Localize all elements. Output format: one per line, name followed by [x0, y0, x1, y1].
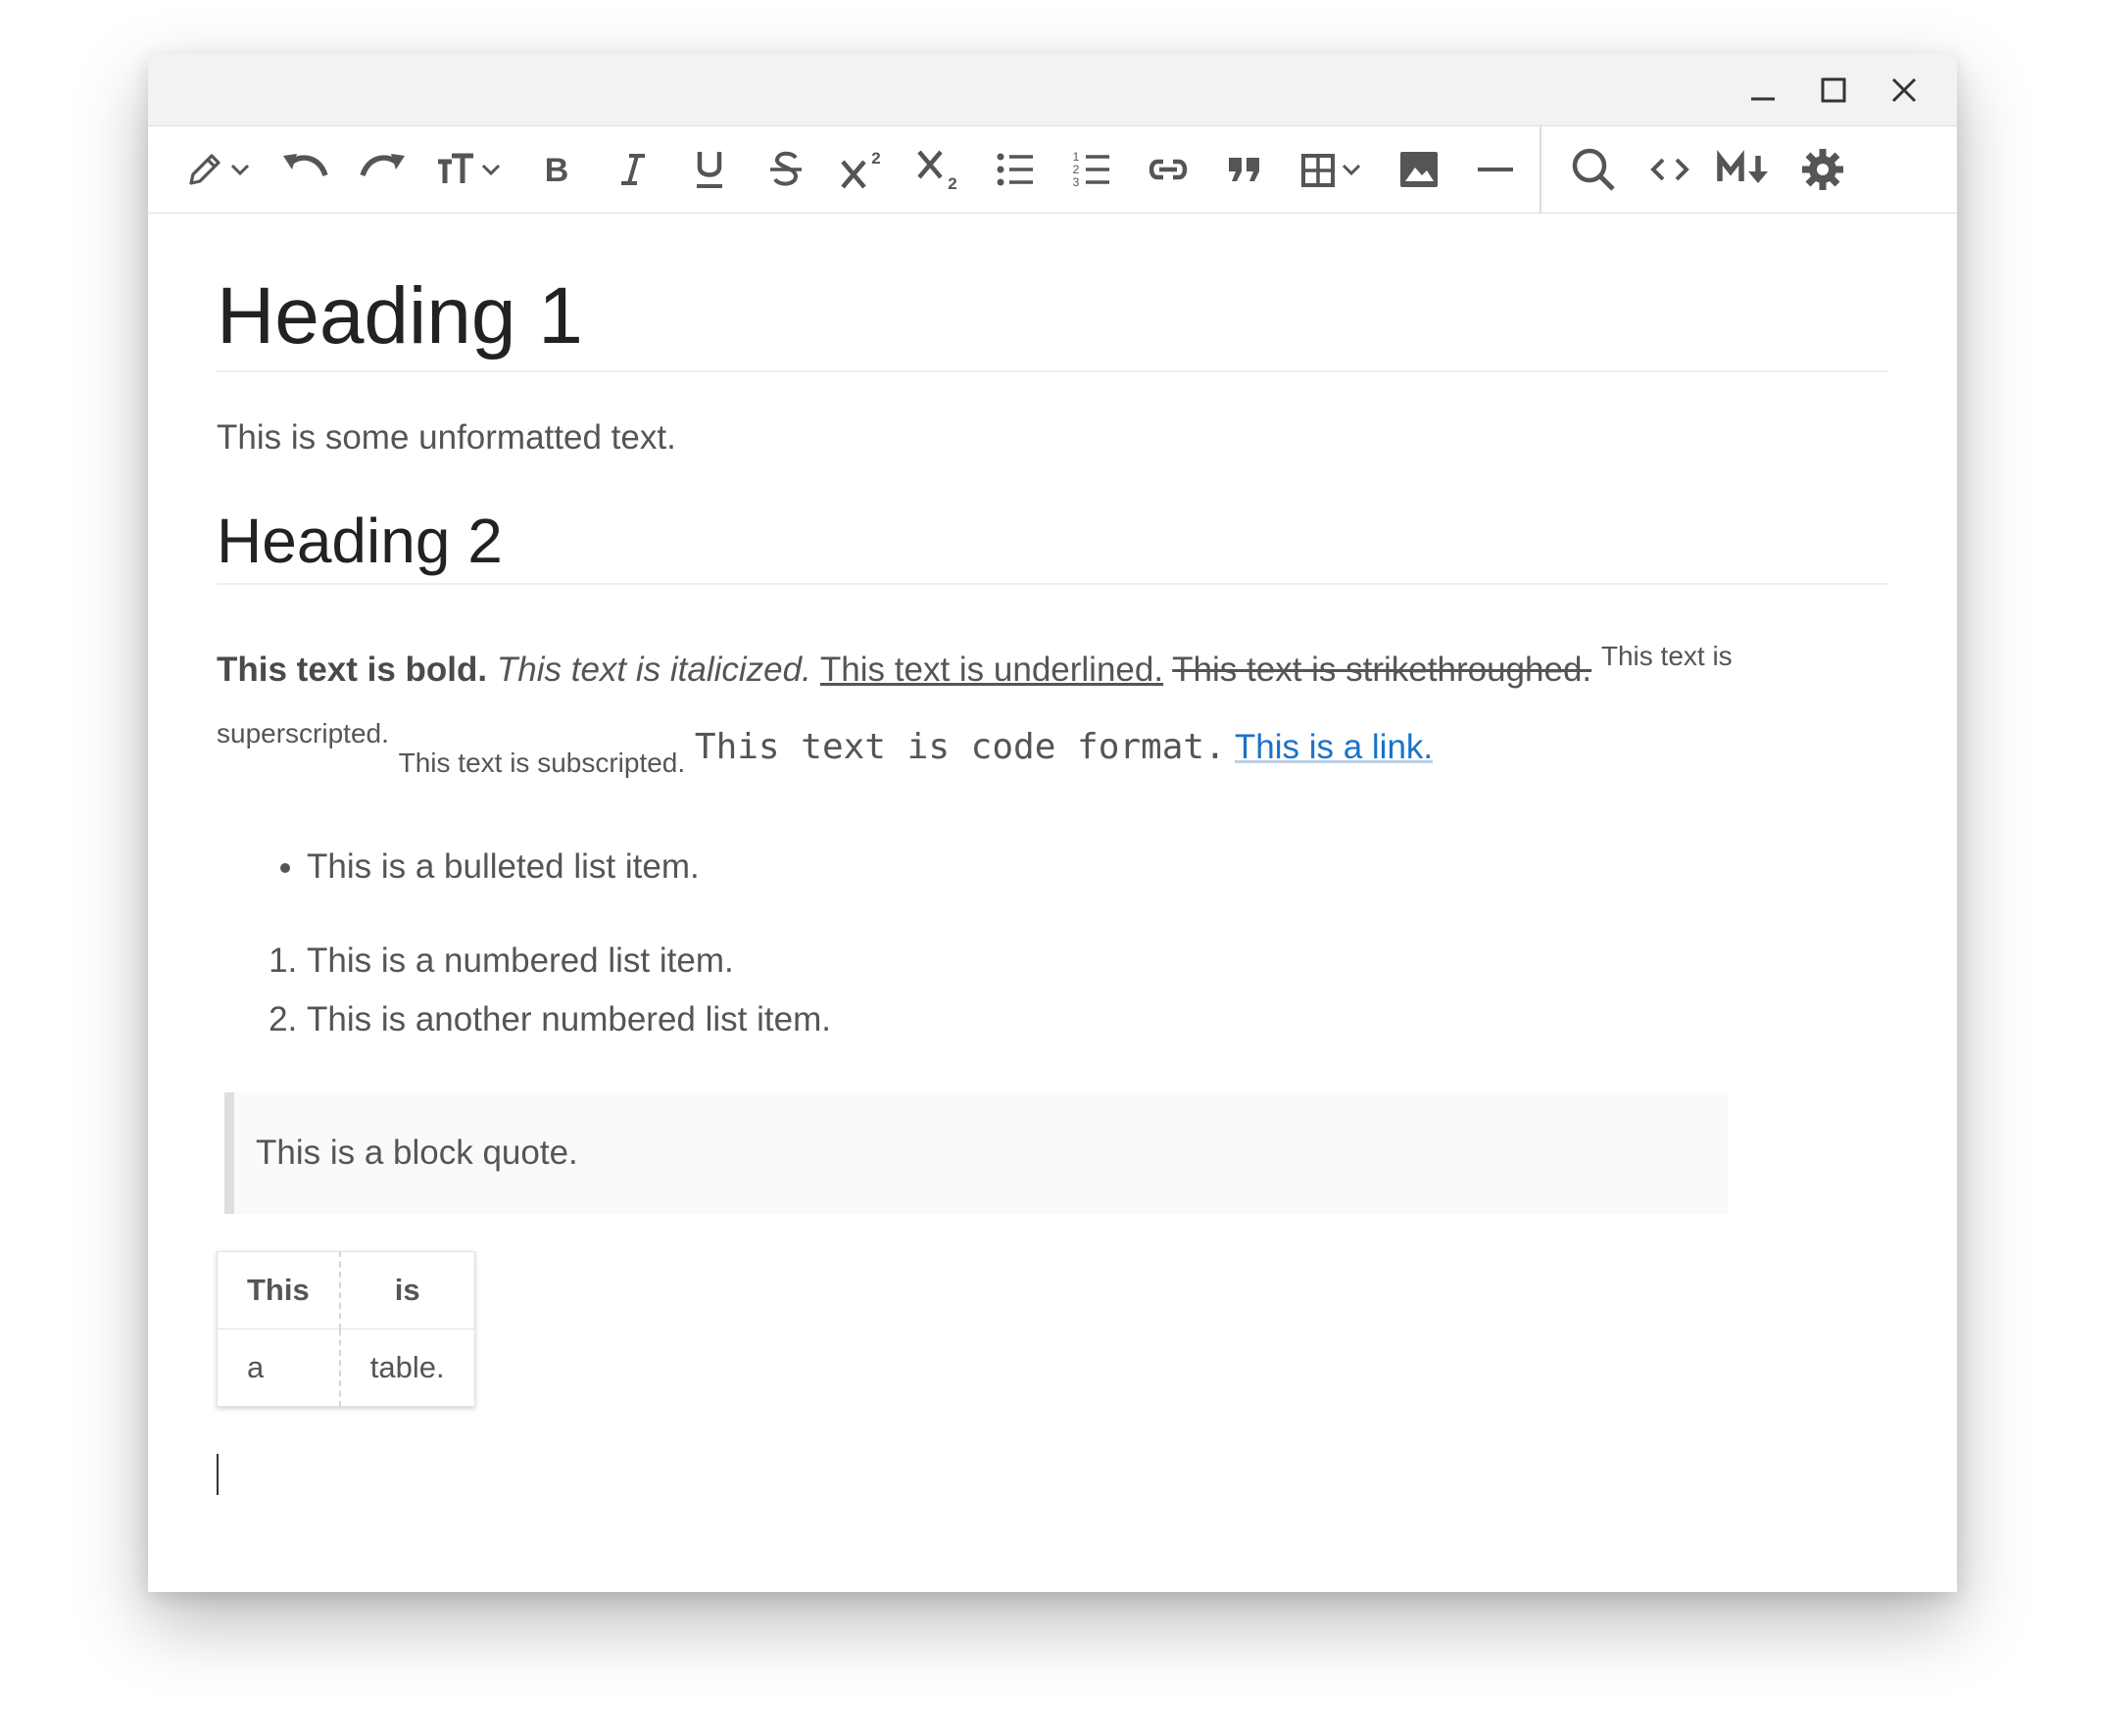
code-text: This text is code format.	[694, 727, 1226, 768]
pencil-icon	[189, 154, 220, 185]
code-view-icon	[1650, 158, 1689, 181]
horizontal-rule-icon	[1478, 168, 1513, 171]
table-icon	[1301, 154, 1335, 187]
toolbar: B 2 2 123	[148, 125, 1957, 214]
link[interactable]: This is a link.	[1235, 728, 1433, 766]
bulleted-list: This is a bulleted list item.	[217, 838, 1888, 896]
markdown-icon	[1717, 150, 1768, 183]
list-item: This is a numbered list item.	[307, 932, 1888, 990]
link-button[interactable]	[1130, 138, 1206, 201]
minimize-icon	[1751, 97, 1775, 100]
redo-icon	[360, 154, 405, 177]
redo-button[interactable]	[344, 138, 420, 201]
block-quote: This is a block quote.	[224, 1092, 1728, 1215]
subscript-icon: 2	[917, 150, 957, 191]
edit-mode-dropdown[interactable]	[170, 138, 268, 201]
svg-text:2: 2	[871, 149, 880, 168]
text-cursor	[217, 1454, 219, 1496]
underlined-text: This text is underlined.	[819, 651, 1164, 690]
table: This is a table.	[216, 1251, 475, 1408]
underline-button[interactable]	[671, 138, 748, 201]
bulleted-list-button[interactable]	[977, 138, 1053, 201]
bold-button[interactable]: B	[518, 138, 595, 201]
search-button[interactable]	[1555, 138, 1632, 201]
link-icon	[1149, 159, 1188, 180]
strikethrough-button[interactable]	[748, 138, 824, 201]
numbered-list-button[interactable]: 123	[1053, 138, 1130, 201]
minimize-button[interactable]	[1728, 54, 1798, 125]
undo-icon	[283, 154, 328, 177]
table-dropdown[interactable]	[1283, 138, 1381, 201]
table-header-cell[interactable]: This	[216, 1251, 341, 1330]
svg-text:2: 2	[1073, 163, 1080, 176]
numbered-list-icon: 123	[1073, 150, 1109, 189]
bold-icon: B	[545, 152, 569, 189]
code-view-button[interactable]	[1632, 138, 1708, 201]
maximize-button[interactable]	[1798, 54, 1869, 125]
table-row: a table.	[216, 1328, 475, 1408]
close-icon	[1891, 77, 1917, 102]
chevron-down-icon	[1342, 164, 1361, 176]
chevron-down-icon	[230, 164, 250, 176]
bold-text: This text is bold.	[217, 651, 488, 690]
undo-button[interactable]	[268, 138, 344, 201]
subscript-text: This text is subscripted.	[398, 747, 686, 779]
table-header-row: This is	[216, 1251, 475, 1330]
paragraph: This is some unformatted text.	[217, 418, 676, 458]
formatted-paragraph: This text is bold. This text is italiciz…	[217, 624, 1888, 795]
toolbar-separator	[1540, 126, 1541, 213]
list-item: This is a bulleted list item.	[307, 838, 1888, 896]
table-header-cell[interactable]: is	[338, 1251, 475, 1330]
svg-text:B: B	[545, 152, 569, 189]
heading-2: Heading 2	[217, 506, 1888, 586]
superscript-button[interactable]: 2	[824, 138, 901, 201]
text-size-dropdown[interactable]	[420, 138, 518, 201]
svg-text:3: 3	[1073, 175, 1080, 189]
superscript-icon: 2	[841, 149, 881, 189]
markdown-button[interactable]	[1708, 138, 1785, 201]
italic-icon	[621, 154, 645, 185]
quote-icon	[1229, 158, 1259, 181]
heading-1: Heading 1	[217, 271, 1888, 373]
chevron-down-icon	[481, 164, 501, 176]
strikethrough-icon	[770, 151, 802, 186]
svg-text:2: 2	[948, 174, 956, 191]
editor-content[interactable]: Heading 1 This is some unformatted text.…	[148, 214, 1957, 1496]
bulleted-list-icon	[997, 153, 1033, 186]
editor-window: B 2 2 123 Heading 1 This is some unforma…	[148, 54, 1957, 1592]
table-cell[interactable]: table.	[338, 1328, 475, 1408]
underline-icon	[697, 152, 722, 188]
numbered-list: This is a numbered list item. This is an…	[217, 932, 1888, 1049]
quote-button[interactable]	[1206, 138, 1283, 201]
image-icon	[1400, 152, 1438, 187]
settings-icon	[1802, 149, 1843, 190]
search-icon	[1572, 148, 1615, 191]
table-cell[interactable]: a	[216, 1328, 341, 1408]
italic-button[interactable]	[595, 138, 671, 201]
image-button[interactable]	[1381, 138, 1457, 201]
horizontal-rule-button[interactable]	[1457, 138, 1534, 201]
subscript-button[interactable]: 2	[901, 138, 977, 201]
list-item: This is another numbered list item.	[307, 990, 1888, 1049]
strikethrough-text: This text is strikethroughed.	[1172, 651, 1592, 690]
svg-text:1: 1	[1073, 150, 1080, 164]
close-button[interactable]	[1869, 54, 1939, 125]
italic-text: This text is italicized.	[496, 651, 811, 690]
settings-button[interactable]	[1785, 138, 1861, 201]
maximize-icon	[1821, 77, 1846, 102]
title-bar	[148, 54, 1957, 125]
text-size-icon	[438, 153, 473, 183]
